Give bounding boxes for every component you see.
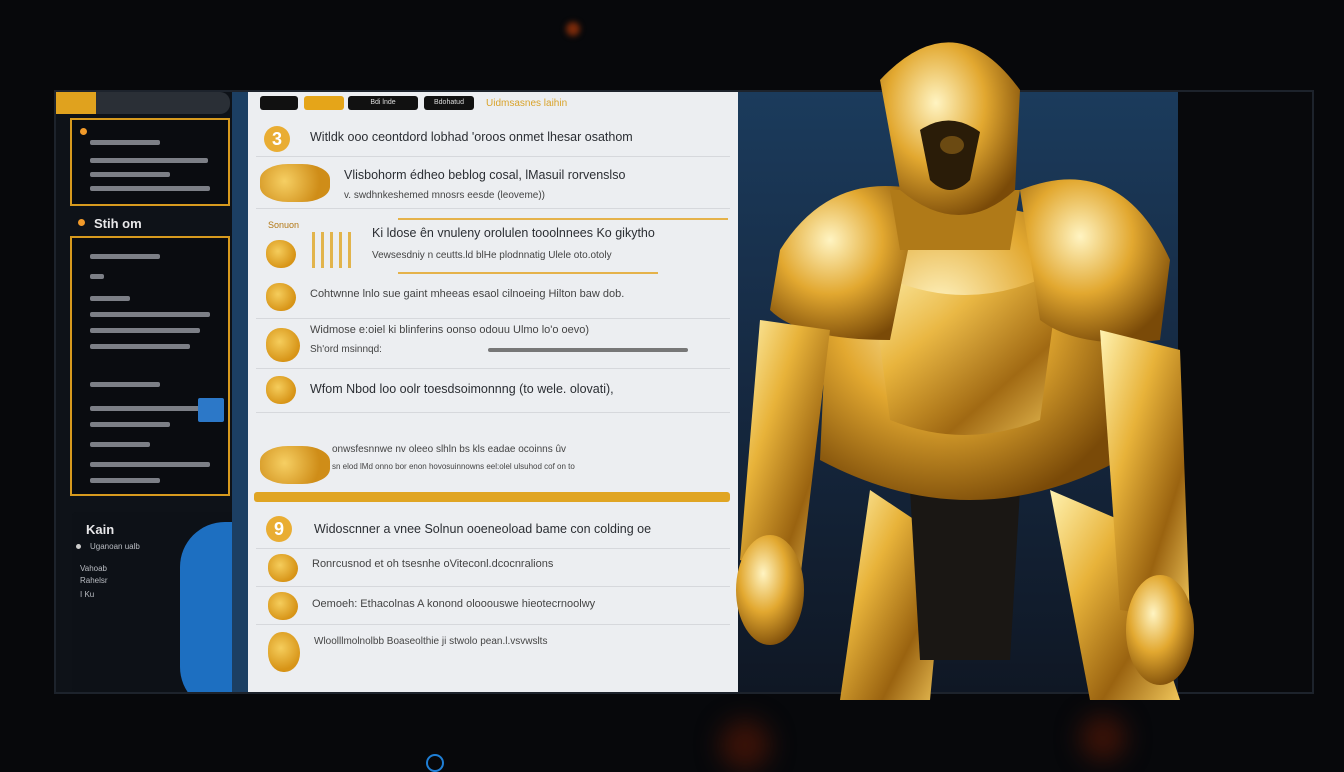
bottom-panel-line: Rahelsr — [80, 576, 108, 585]
gold-ornament-icon — [268, 554, 298, 582]
item-subtext: v. swdhnkeshemed mnosrs eesde (leoveme)) — [344, 190, 546, 201]
row-divider — [256, 208, 730, 209]
row-divider — [256, 318, 730, 319]
item-text: Widoscnner a vnee Solnun ooeneoload bame… — [314, 522, 652, 536]
sidebar-topbar — [56, 92, 230, 114]
main-content: Bdi lnde Bdohatud Uidmsasnes laihin 3 Wi… — [248, 92, 738, 692]
gold-ornament-icon — [266, 283, 296, 311]
item-text: Wfom Nbod loo oolr toesdsoimonnng (to we… — [310, 382, 614, 396]
toolbar-button-4[interactable]: Bdohatud — [424, 96, 474, 110]
sidebar-topbar-accent — [56, 92, 96, 114]
number-icon: 3 — [264, 126, 290, 152]
list-item[interactable]: Oemoeh: Ethacolnas A konond olooouswe hi… — [248, 588, 738, 625]
list-item[interactable]: 9 Widoscnner a vnee Solnun ooeneoload ba… — [248, 510, 738, 549]
divider-strip — [232, 92, 248, 692]
item-text: Ki ldose ên vnuleny orolulen tooolnnees … — [372, 226, 655, 240]
bottom-dot — [76, 544, 81, 549]
background-glow — [426, 754, 444, 772]
background-glow — [720, 720, 770, 770]
gold-ornament-icon — [260, 446, 330, 484]
sidebar-text-line — [90, 422, 170, 427]
item-subtext: Sh'ord msinnqd: — [310, 344, 382, 355]
toolbar-button-3[interactable]: Bdi lnde — [348, 96, 418, 110]
list-item[interactable]: Sonuon Ki ldose ên vnuleny orolulen tooo… — [248, 212, 738, 274]
item-text: Ronrcusnod et oh tsesnhe oViteconl.dcocn… — [312, 558, 554, 570]
sidebar-text-line — [90, 478, 160, 483]
sidebar-thumbnail[interactable] — [198, 398, 224, 422]
row-divider — [256, 548, 730, 549]
toolbar-title: Uidmsasnes laihin — [486, 98, 568, 109]
sidebar-text-line — [90, 186, 210, 191]
row-divider — [256, 156, 730, 157]
background-glow — [1080, 715, 1126, 761]
list-item[interactable]: onwsfesnnwe nv oleeo slhln bs kls eadae … — [248, 432, 738, 502]
bar-chart-icon — [312, 232, 356, 268]
gold-ornament-icon — [268, 592, 298, 620]
row-divider — [256, 412, 730, 413]
item-meta-line — [488, 348, 688, 352]
golden-armor-figure — [736, 42, 1194, 700]
sidebar-text-line — [90, 140, 160, 145]
background-glow — [566, 22, 580, 36]
sidebar-text-line — [90, 442, 150, 447]
highlight-line — [398, 218, 728, 220]
number-icon: 9 — [266, 516, 292, 542]
item-text: onwsfesnnwe nv oleeo slhln bs kls eadae … — [332, 444, 567, 455]
sidebar-text-line — [90, 382, 160, 387]
section-dot — [78, 219, 85, 226]
row-divider — [256, 624, 730, 625]
list-item[interactable]: Widmose e:oiel ki blinferins oonso odouu… — [248, 320, 738, 370]
sidebar-text-line — [90, 328, 200, 333]
sidebar-section-top[interactable] — [70, 118, 230, 206]
list-item[interactable]: Cohtwnne lnlo sue gaint mheeas esaol cil… — [248, 278, 738, 319]
status-dot — [80, 128, 87, 135]
toolbar-button-1[interactable] — [260, 96, 298, 110]
gold-ornament-icon — [266, 376, 296, 404]
sidebar-section-main[interactable] — [70, 236, 230, 496]
sidebar-text-line — [90, 158, 208, 163]
row-divider — [256, 368, 730, 369]
sidebar-text-line — [90, 254, 160, 259]
list-item[interactable]: 3 Witldk ooo ceontdord lobhad 'oroos onm… — [248, 120, 738, 157]
item-subtext: Vewsesdniy n ceutts.ld blHe plodnnatig U… — [372, 250, 612, 261]
bottom-panel-sub: Uganoan ualb — [90, 542, 140, 551]
sidebar-text-line — [90, 462, 210, 467]
sidebar-text-line — [90, 312, 210, 317]
list-item[interactable]: Wfom Nbod loo oolr toesdsoimonnng (to we… — [248, 372, 738, 413]
item-text: Cohtwnne lnlo sue gaint mheeas esaol cil… — [310, 288, 625, 300]
bottom-panel-line: I Ku — [80, 590, 95, 599]
sidebar-text-line — [90, 172, 170, 177]
sidebar-text-line — [90, 296, 130, 301]
gold-ornament-icon — [260, 164, 330, 202]
item-label: Sonuon — [268, 220, 300, 230]
item-text: Vlisbohorm édheo beblog cosal, lMasuil r… — [344, 168, 626, 182]
progress-bar — [254, 492, 730, 502]
gold-ornament-icon — [266, 328, 300, 362]
item-subtext: sn elod lMd onno bor enon hovosuinnowns … — [332, 462, 575, 471]
sidebar-section-label: Stih om — [94, 216, 142, 231]
sidebar-text-line — [90, 344, 190, 349]
item-text: Wloolllmolnolbb Boaseolthie ji stwolo pe… — [314, 636, 548, 647]
sidebar-text-line — [90, 274, 104, 279]
item-text: Widmose e:oiel ki blinferins oonso odouu… — [310, 324, 590, 336]
row-divider — [256, 586, 730, 587]
sidebar-text-line — [90, 406, 200, 411]
toolbar-button-2[interactable] — [304, 96, 344, 110]
list-item[interactable]: Vlisbohorm édheo beblog cosal, lMasuil r… — [248, 158, 738, 209]
highlight-line — [398, 272, 658, 274]
item-text: Witldk ooo ceontdord lobhad 'oroos onmet… — [310, 130, 633, 144]
gold-ornament-icon — [266, 240, 296, 268]
list-item[interactable]: Wloolllmolnolbb Boaseolthie ji stwolo pe… — [248, 626, 738, 682]
list-item[interactable]: Ronrcusnod et oh tsesnhe oViteconl.dcocn… — [248, 550, 738, 587]
sidebar-bottom-panel: Kain Uganoan ualb Vahoab Rahelsr I Ku — [72, 512, 270, 692]
sidebar: Stih om Kain Uganoan ualb Vahoab Rahelsr… — [56, 92, 270, 692]
bottom-panel-label: Kain — [86, 522, 115, 537]
gold-ornament-icon — [268, 632, 300, 672]
bottom-panel-line: Vahoab — [80, 564, 107, 573]
item-text: Oemoeh: Ethacolnas A konond olooouswe hi… — [312, 598, 596, 610]
